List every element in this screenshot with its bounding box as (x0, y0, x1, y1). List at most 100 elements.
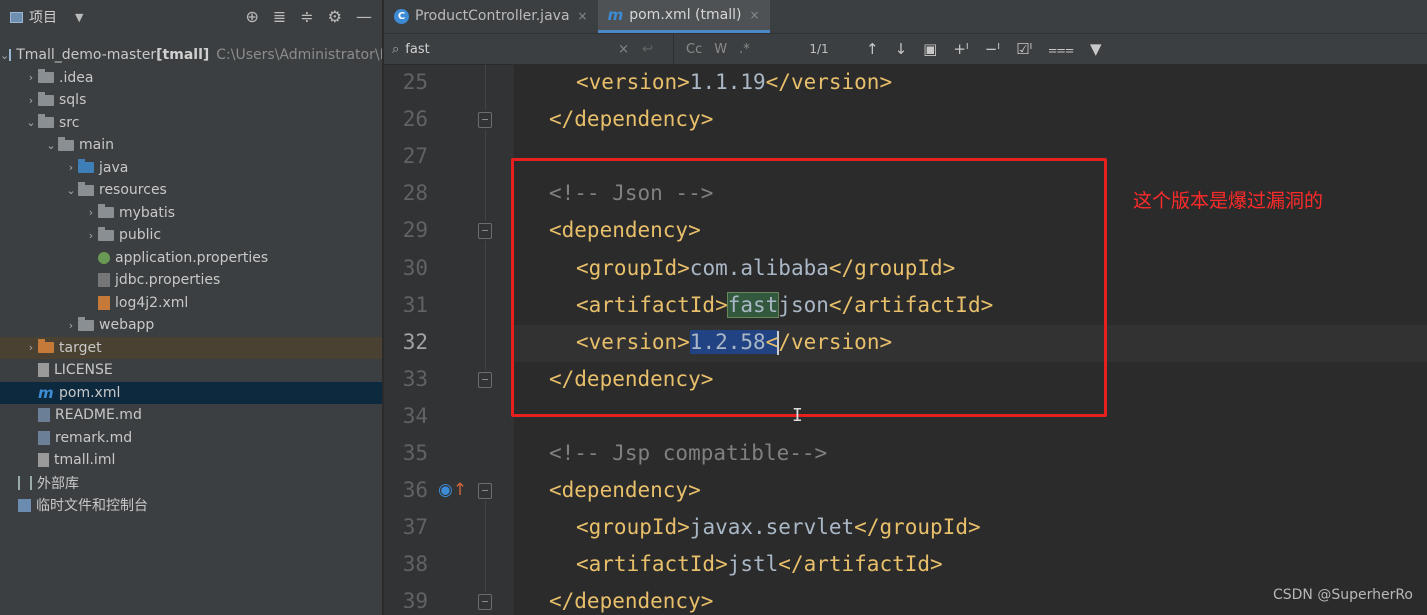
folder-icon (78, 181, 94, 196)
editor-gutter[interactable]: 25 26 27 28 29 30 31 32 33 34 35 36 ◉↑ 37 38 39 (384, 65, 514, 615)
tree-item[interactable]: › .idea (0, 67, 382, 89)
tree-item[interactable]: README.md (0, 404, 382, 426)
tree-item[interactable]: remark.md (0, 427, 382, 449)
tree-item-label: java (99, 159, 129, 176)
project-panel-title[interactable]: 项目 (29, 7, 57, 27)
code-text: jstl (727, 552, 779, 577)
tab-pom-xml[interactable]: m pom.xml (tmall) × (597, 0, 770, 33)
tree-item-label: webapp (99, 317, 155, 333)
clear-search-icon[interactable]: × (618, 42, 629, 57)
search-options: Cc W .* (674, 42, 794, 57)
tree-item-label: main (79, 137, 114, 153)
chevron-down-icon[interactable]: ⌄ (24, 116, 38, 129)
tree-item[interactable]: jdbc.properties (0, 269, 382, 291)
tree-item[interactable]: › java (0, 157, 382, 179)
chevron-right-icon[interactable]: › (64, 161, 78, 174)
xml-tag: </artifactId> (778, 552, 943, 577)
maven-icon: m (607, 5, 624, 24)
folder-icon (38, 91, 54, 106)
fold-guide (485, 241, 486, 370)
add-selection-icon[interactable]: +ᴵ (953, 40, 968, 58)
tree-item-label: pom.xml (59, 384, 121, 401)
tree-item[interactable]: › public (0, 224, 382, 246)
line-number: 31 (402, 292, 428, 317)
code-line[interactable]: <version>1.1.19</version> (576, 70, 892, 94)
expand-icon[interactable]: ≣ (273, 7, 286, 26)
tree-item[interactable]: ⌄ resources (0, 179, 382, 201)
tree-item[interactable]: › target (0, 336, 382, 359)
search-toolbar: ↑ ↓ ▣ +ᴵ −ᴵ ☑ᴵ ⩶ ▼ (844, 40, 1102, 58)
chevron-right-icon[interactable]: › (84, 229, 98, 242)
tree-item[interactable]: ⌄ Tmall_demo-master [tmall] C:\Users\Admin… (0, 44, 382, 66)
tree-item[interactable]: › webapp (0, 314, 382, 336)
gear-icon[interactable]: ⚙ (328, 7, 342, 26)
filter-icon[interactable]: ▼ (1090, 40, 1102, 58)
code-line[interactable]: </dependency> (549, 589, 713, 613)
line-number: 39 (402, 589, 428, 614)
tab-product-controller[interactable]: C ProductController.java × (384, 0, 598, 33)
chevron-right-icon[interactable]: › (24, 94, 38, 107)
select-all-icon[interactable]: ☑ᴵ (1016, 40, 1032, 58)
chevron-right-icon[interactable]: › (64, 319, 78, 332)
folder-icon (98, 226, 114, 241)
match-case-toggle[interactable]: Cc (686, 42, 702, 57)
remove-selection-icon[interactable]: −ᴵ (985, 40, 1000, 58)
chevron-right-icon[interactable]: › (84, 206, 98, 219)
target-icon[interactable]: ⊕ (245, 7, 258, 26)
line-number: 36 (402, 478, 428, 503)
xml-tag: </groupId> (854, 515, 981, 540)
tree-item[interactable]: › mybatis (0, 202, 382, 224)
project-icon (10, 11, 23, 23)
code-line[interactable]: </dependency> (549, 107, 713, 131)
fold-marker-icon[interactable] (478, 223, 492, 240)
folder-icon (58, 136, 74, 151)
close-icon[interactable]: × (749, 8, 759, 22)
md-icon (38, 430, 50, 445)
code-line[interactable]: <dependency> (549, 478, 701, 502)
override-gutter-icon[interactable]: ◉↑ (438, 480, 467, 500)
tree-item[interactable]: ⌄ main (0, 134, 382, 156)
minimize-icon[interactable]: — (356, 7, 372, 26)
regex-toggle[interactable]: .* (739, 42, 750, 57)
code-line[interactable]: <artifactId>jstl</artifactId> (576, 552, 943, 576)
chevron-down-icon[interactable]: ▼ (75, 11, 83, 24)
fold-guide (485, 130, 486, 222)
fold-marker-icon[interactable] (478, 594, 492, 611)
tree-item-label: log4j2.xml (115, 294, 189, 311)
folder-icon (98, 204, 114, 218)
chevron-down-icon[interactable]: ⌄ (44, 139, 58, 152)
fold-marker-icon[interactable] (478, 371, 492, 388)
search-icon[interactable]: ⌕ (392, 42, 399, 57)
tree-item[interactable]: 临时文件和控制台 (0, 494, 382, 516)
new-line-icon[interactable]: ↩ (642, 42, 653, 57)
open-in-window-icon[interactable]: ▣ (923, 40, 937, 58)
xml-tag: </dependency> (549, 589, 714, 614)
close-icon[interactable]: × (578, 9, 588, 23)
previous-match-icon[interactable]: ↑ (866, 40, 879, 58)
tree-item[interactable]: 外部库 (0, 472, 382, 494)
tree-item[interactable]: › sqls (0, 89, 382, 111)
fold-marker-icon[interactable] (478, 112, 492, 129)
next-match-icon[interactable]: ↓ (895, 40, 908, 58)
tree-item[interactable]: tmall.iml (0, 449, 382, 471)
code-line[interactable]: <!-- Jsp compatible--> (549, 441, 827, 465)
chevron-right-icon[interactable]: › (24, 341, 38, 354)
code-line[interactable]: <groupId>javax.servlet</groupId> (576, 515, 981, 539)
tree-item[interactable]: log4j2.xml (0, 292, 382, 314)
tree-item[interactable]: ⌄ src (0, 112, 382, 134)
tree-item[interactable]: LICENSE (0, 359, 382, 381)
folder-icon (38, 69, 54, 83)
tree-item[interactable]: m pom.xml (0, 381, 382, 404)
find-bar: ⌕ × ↩ Cc W .* 1/1 ↑ ↓ ▣ +ᴵ −ᴵ ☑ᴵ ⩶ ▼ (384, 33, 1427, 65)
search-input[interactable] (405, 41, 606, 57)
fold-marker-icon[interactable] (478, 483, 492, 500)
chevron-right-icon[interactable]: › (24, 71, 38, 84)
filter-lines-icon[interactable]: ⩶ (1048, 40, 1074, 58)
tree-item[interactable]: application.properties (0, 247, 382, 269)
chevron-down-icon[interactable]: ⌄ (64, 184, 78, 197)
words-toggle[interactable]: W (714, 42, 727, 57)
chevron-down-icon[interactable]: ⌄ (0, 49, 9, 62)
collapse-icon[interactable]: ≑ (300, 7, 313, 26)
mvn-icon: m (38, 383, 54, 402)
folder-icon (78, 316, 94, 331)
